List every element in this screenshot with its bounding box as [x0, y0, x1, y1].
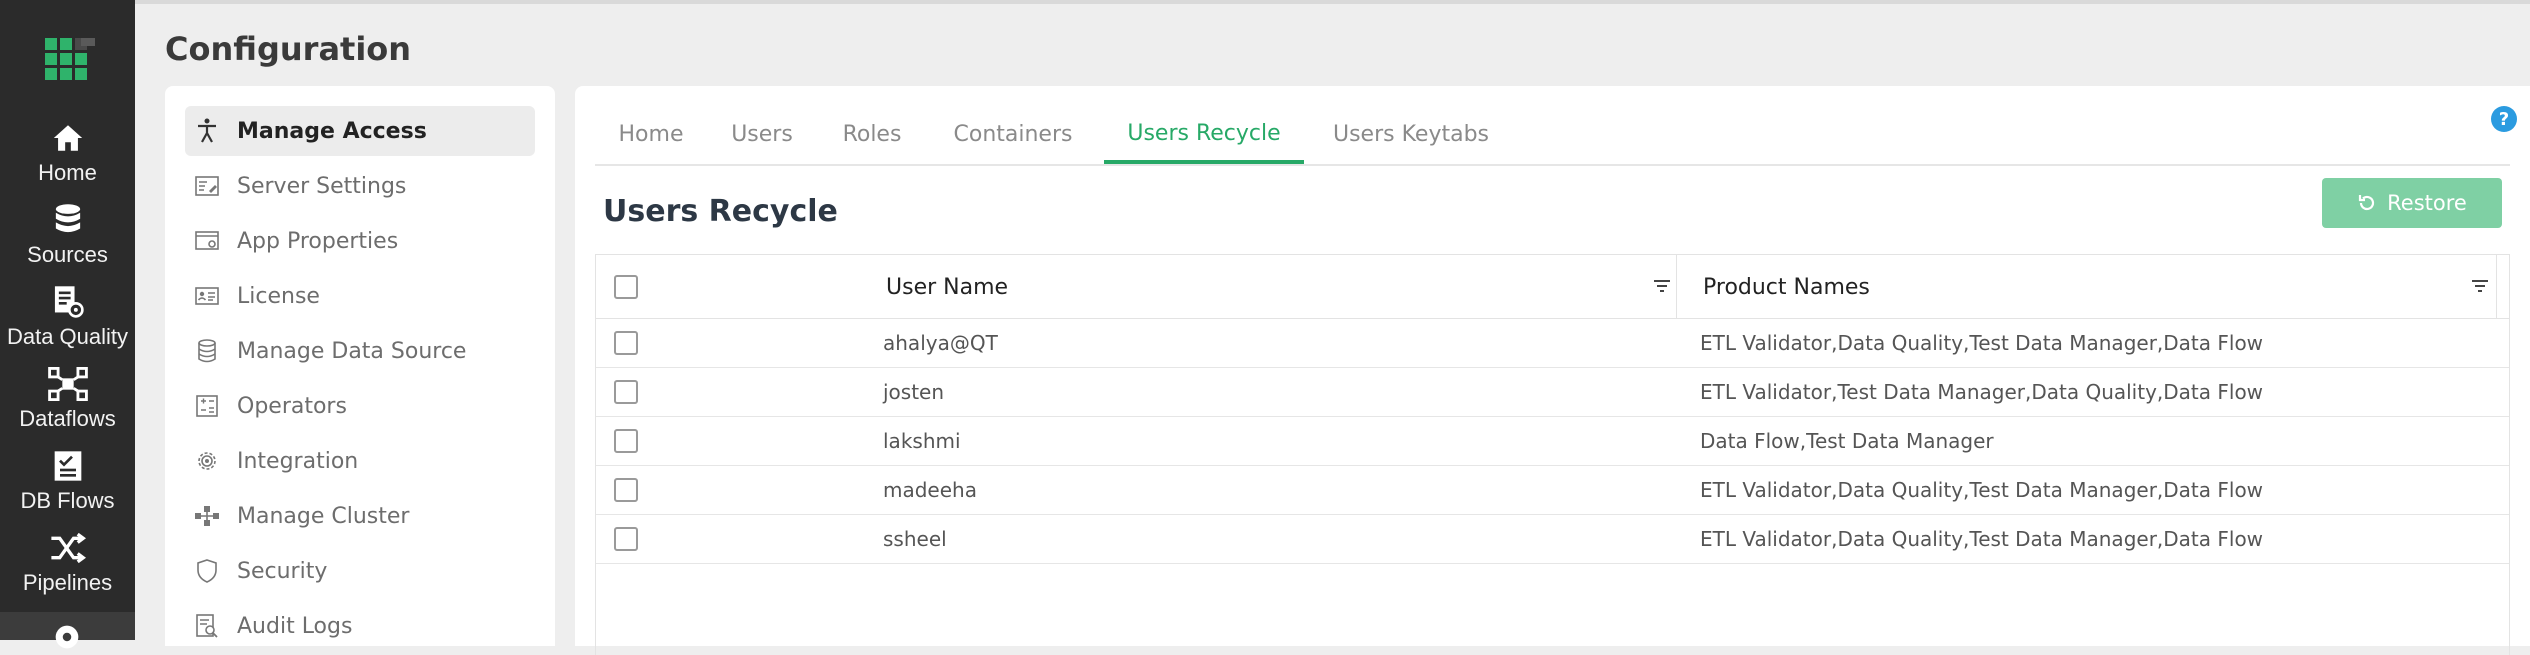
restore-icon	[2357, 193, 2377, 213]
rail-item-label: Pipelines	[22, 570, 113, 595]
cell-product-names: ETL Validator,Data Quality,Test Data Man…	[1700, 331, 2264, 355]
rail-item-label: Home	[38, 160, 97, 185]
tab-bar: Home Users Roles Containers Users Recycl…	[595, 106, 2510, 166]
dataflows-icon	[47, 364, 88, 404]
rail-item-configuration[interactable]	[0, 612, 135, 649]
cluster-icon	[193, 502, 221, 530]
accessibility-icon	[193, 117, 221, 145]
cell-user-name: madeeha	[883, 478, 977, 502]
table-row[interactable]: lakshmi Data Flow,Test Data Manager	[596, 417, 2509, 466]
row-checkbox[interactable]	[614, 478, 638, 502]
menu-item-label: App Properties	[237, 228, 399, 254]
tab-users-keytabs[interactable]: Users Keytabs	[1311, 106, 1511, 162]
tab-users-recycle[interactable]: Users Recycle	[1104, 106, 1304, 164]
rail-item-pipelines[interactable]: Pipelines	[0, 528, 135, 610]
menu-item-server-settings[interactable]: Server Settings	[185, 161, 535, 211]
table-header: User Name Product Names	[596, 255, 2509, 319]
column-header-user-name: User Name	[886, 275, 1009, 300]
menu-item-app-properties[interactable]: App Properties	[185, 216, 535, 266]
menu-item-label: Manage Cluster	[237, 503, 410, 529]
rail-item-label: Dataflows	[19, 406, 116, 431]
row-checkbox[interactable]	[614, 429, 638, 453]
menu-item-license[interactable]: License	[185, 271, 535, 321]
tab-roles[interactable]: Roles	[817, 106, 927, 162]
cell-user-name: ahalya@QT	[883, 331, 998, 355]
tab-containers[interactable]: Containers	[927, 106, 1099, 162]
gear-icon	[193, 447, 221, 475]
app-logo-icon[interactable]	[45, 38, 95, 88]
rail-item-home[interactable]: Home	[0, 118, 135, 200]
gear-icon	[55, 625, 79, 649]
cell-product-names: ETL Validator,Test Data Manager,Data Qua…	[1700, 380, 2264, 404]
menu-item-label: Operators	[237, 393, 347, 419]
top-border	[0, 0, 2530, 4]
filter-icon[interactable]	[2469, 275, 2491, 297]
table-row[interactable]: josten ETL Validator,Test Data Manager,D…	[596, 368, 2509, 417]
tab-home[interactable]: Home	[595, 106, 707, 162]
users-recycle-table: User Name Product Names ahalya@QT ETL Va…	[595, 254, 2510, 655]
filter-icon[interactable]	[1651, 275, 1673, 297]
rail-item-data-quality[interactable]: Data Quality	[0, 282, 135, 364]
cell-product-names: ETL Validator,Data Quality,Test Data Man…	[1700, 478, 2264, 502]
restore-label: Restore	[2387, 191, 2467, 215]
menu-item-security[interactable]: Security	[185, 546, 535, 596]
rail-item-sources[interactable]: Sources	[0, 200, 135, 282]
menu-item-label: License	[237, 283, 320, 309]
menu-item-manage-data-source[interactable]: Manage Data Source	[185, 326, 535, 376]
cell-product-names: ETL Validator,Data Quality,Test Data Man…	[1700, 527, 2264, 551]
rail-item-db-flows[interactable]: DB Flows	[0, 446, 135, 528]
row-checkbox[interactable]	[614, 331, 638, 355]
rail-item-label: DB Flows	[20, 488, 115, 513]
database-icon	[193, 337, 221, 365]
app-properties-icon	[193, 227, 221, 255]
db-flows-icon	[48, 446, 88, 486]
menu-item-label: Security	[237, 558, 328, 584]
restore-button[interactable]: Restore	[2322, 178, 2502, 228]
data-quality-icon	[48, 282, 88, 322]
shield-icon	[193, 557, 221, 585]
page-title: Configuration	[165, 30, 412, 68]
tab-users[interactable]: Users	[707, 106, 817, 162]
operators-icon	[193, 392, 221, 420]
cell-user-name: ssheel	[883, 527, 947, 551]
menu-item-manage-access[interactable]: Manage Access	[185, 106, 535, 156]
audit-logs-icon	[193, 612, 221, 640]
configuration-menu: Manage Access Server Settings App Proper…	[165, 86, 555, 646]
menu-item-label: Manage Access	[237, 118, 427, 144]
column-divider[interactable]	[2496, 255, 2497, 318]
menu-item-integration[interactable]: Integration	[185, 436, 535, 486]
main-panel: Home Users Roles Containers Users Recycl…	[575, 86, 2530, 655]
home-icon	[48, 118, 88, 158]
menu-item-manage-cluster[interactable]: Manage Cluster	[185, 491, 535, 541]
pipelines-icon	[48, 528, 88, 568]
menu-item-label: Manage Data Source	[237, 338, 467, 364]
help-icon[interactable]: ?	[2491, 106, 2517, 132]
column-header-product-names: Product Names	[1703, 275, 1870, 300]
cell-product-names: Data Flow,Test Data Manager	[1700, 429, 1994, 453]
database-icon	[48, 200, 88, 240]
menu-item-audit-logs[interactable]: Audit Logs	[185, 601, 535, 651]
rail-item-dataflows[interactable]: Dataflows	[0, 364, 135, 446]
server-settings-icon	[193, 172, 221, 200]
row-checkbox[interactable]	[614, 527, 638, 551]
menu-item-operators[interactable]: Operators	[185, 381, 535, 431]
row-checkbox[interactable]	[614, 380, 638, 404]
cell-user-name: josten	[883, 380, 945, 404]
table-row[interactable]: madeeha ETL Validator,Data Quality,Test …	[596, 466, 2509, 515]
table-row[interactable]: ssheel ETL Validator,Data Quality,Test D…	[596, 515, 2509, 564]
rail-item-label: Sources	[27, 242, 108, 267]
select-all-checkbox[interactable]	[614, 275, 638, 299]
menu-item-label: Audit Logs	[237, 613, 353, 639]
cell-user-name: lakshmi	[883, 429, 961, 453]
rail-item-label: Data Quality	[6, 324, 129, 349]
menu-item-label: Server Settings	[237, 173, 407, 199]
license-icon	[193, 282, 221, 310]
left-rail: Home Sources Data Quality Dataflows DB F…	[0, 0, 135, 649]
column-divider[interactable]	[1676, 255, 1677, 318]
table-row[interactable]: ahalya@QT ETL Validator,Data Quality,Tes…	[596, 319, 2509, 368]
section-title: Users Recycle	[603, 194, 838, 229]
menu-item-label: Integration	[237, 448, 359, 474]
